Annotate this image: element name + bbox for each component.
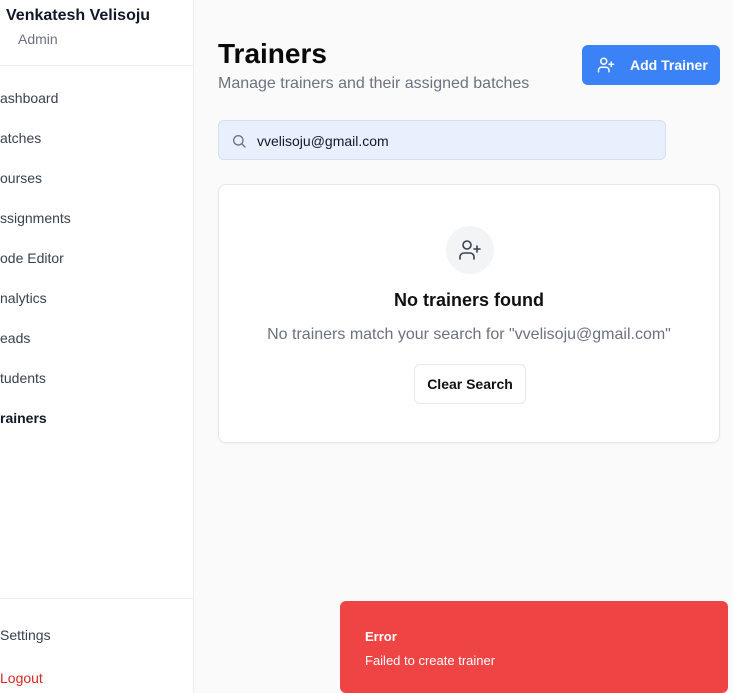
sidebar-item-students[interactable]: tudents <box>0 360 193 396</box>
sidebar-item-label: atches <box>0 130 42 146</box>
user-plus-icon <box>597 57 615 73</box>
sidebar-item-trainers[interactable]: rainers <box>0 400 193 436</box>
page-subtitle: Manage trainers and their assigned batch… <box>218 75 530 92</box>
logout-link[interactable]: Logout <box>0 670 43 686</box>
sidebar-item-batches[interactable]: atches <box>0 120 193 156</box>
user-role: Admin <box>18 31 58 47</box>
sidebar-item-leads[interactable]: eads <box>0 320 193 356</box>
search-icon <box>233 135 246 148</box>
empty-state-icon-circle <box>446 226 494 274</box>
sidebar-item-label: ode Editor <box>0 250 64 266</box>
sidebar-item-label: ourses <box>0 170 43 186</box>
empty-state-title: No trainers found <box>393 290 544 310</box>
toast-title: Error <box>365 629 397 644</box>
sidebar-footer: Settings Logout <box>0 598 193 693</box>
sidebar-item-label: nalytics <box>0 290 47 306</box>
sidebar-item-label: tudents <box>0 370 46 386</box>
sidebar-item-label: ssignments <box>0 210 71 226</box>
user-plus-icon <box>459 240 481 260</box>
sidebar-item-assignments[interactable]: ssignments <box>0 200 193 236</box>
add-trainer-button[interactable]: Add Trainer <box>582 45 720 85</box>
sidebar-item-courses[interactable]: ourses <box>0 160 193 196</box>
user-name: Venkatesh Velisoju <box>6 7 151 24</box>
empty-state-card: No trainers found No trainers match your… <box>218 184 720 443</box>
add-trainer-label: Add Trainer <box>630 57 708 73</box>
toast-description: Failed to create trainer <box>365 653 496 668</box>
sidebar-item-dashboard[interactable]: ashboard <box>0 80 193 116</box>
sidebar-item-label: ashboard <box>0 90 59 106</box>
error-toast[interactable]: Error Failed to create trainer <box>340 601 728 693</box>
settings-link[interactable]: Settings <box>0 627 51 643</box>
sidebar-item-code-editor[interactable]: ode Editor <box>0 240 193 276</box>
search-input[interactable] <box>257 130 652 152</box>
sidebar-item-label: eads <box>0 330 31 346</box>
search-bar <box>218 120 666 160</box>
empty-state-description: No trainers match your search for "vveli… <box>267 326 671 343</box>
page-title: Trainers <box>218 38 327 69</box>
sidebar: Venkatesh Velisoju Admin ashboard atches… <box>0 0 194 693</box>
user-profile: Venkatesh Velisoju Admin <box>0 0 193 66</box>
sidebar-item-analytics[interactable]: nalytics <box>0 280 193 316</box>
sidebar-item-label: rainers <box>0 410 47 426</box>
clear-search-button[interactable]: Clear Search <box>414 364 526 404</box>
